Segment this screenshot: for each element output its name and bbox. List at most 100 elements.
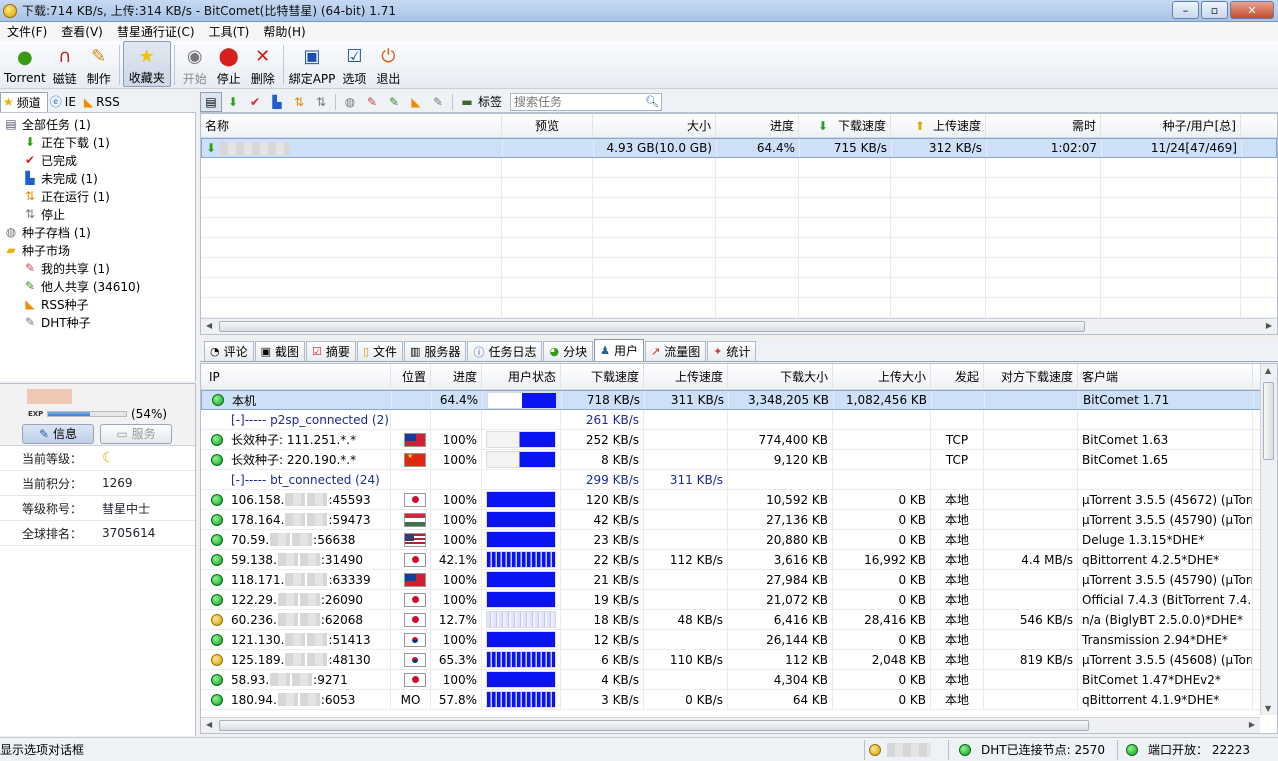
magnet-button[interactable]: ∩ 磁链 <box>48 41 82 87</box>
col-name[interactable]: 名称 <box>201 114 502 137</box>
peer-row[interactable]: 59.138.:31490 42.1% 22 KB/s 112 KB/s 3,616 K… <box>201 550 1277 570</box>
scroll-left-icon[interactable]: ◀ <box>206 321 212 330</box>
delete-button[interactable]: ✕ 删除 <box>246 41 280 87</box>
tab-screenshots[interactable]: ▣ 截图 <box>254 341 306 361</box>
peer-list-hscrollbar[interactable]: ◀ ▶ <box>201 717 1260 733</box>
make-torrent-button[interactable]: ✎ 制作 <box>82 41 116 87</box>
scroll-up-icon[interactable]: ▲ <box>1265 366 1271 375</box>
col-peer-up[interactable]: 上传速度 <box>644 364 728 389</box>
scroll-thumb[interactable] <box>219 720 1089 731</box>
col-peer-state[interactable]: 用户状态 <box>482 364 561 389</box>
task-row[interactable]: ⬇ 4.93 GB(10.0 GB) 64.4% 715 KB/s 312 KB… <box>201 138 1277 158</box>
scroll-left-icon[interactable]: ◀ <box>206 720 212 729</box>
tag-label[interactable]: 标签 <box>478 93 502 110</box>
tab-service[interactable]: ▭ 服务 <box>100 423 172 444</box>
tree-item-incomplete[interactable]: ▙ 未完成 (1) <box>0 169 195 187</box>
tab-peers[interactable]: ♟ 用户 <box>594 339 644 361</box>
peer-row[interactable]: 58.93.:9271 100% 4 KB/s 4,304 KB 0 KB 本地 BitCo… <box>201 670 1277 690</box>
archive-icon[interactable]: ◍ <box>339 92 361 112</box>
peer-row[interactable]: [-]----- p2sp_connected (2) 261 KB/s <box>201 410 1277 430</box>
peer-row[interactable]: 60.236.:62068 12.7% 18 KB/s 48 KB/s 6,416 KB… <box>201 610 1277 630</box>
tab-channels[interactable]: ★ 频道 <box>0 91 48 112</box>
menu-passport[interactable]: 彗星通行证(C) <box>110 23 202 40</box>
scroll-right-icon[interactable]: ▶ <box>1249 720 1255 729</box>
scroll-down-icon[interactable]: ▼ <box>1265 704 1271 713</box>
tree-item-stopped[interactable]: ⇅ 停止 <box>0 205 195 223</box>
peer-row[interactable]: 106.158.:45593 100% 120 KB/s 10,592 KB 0 KB 本… <box>201 490 1277 510</box>
dht-icon[interactable]: ✎ <box>427 92 449 112</box>
tab-files[interactable]: ▯ 文件 <box>356 341 404 361</box>
col-initiator[interactable]: 发起 <box>931 364 984 389</box>
peer-row[interactable]: 180.94.:6053 MO 57.8% 3 KB/s 0 KB/s 64 KB 0 KB… <box>201 690 1277 710</box>
vscroll-thumb[interactable] <box>1263 382 1274 460</box>
tab-task-log[interactable]: ⓘ 任务日志 <box>467 341 543 361</box>
peer-row[interactable]: 121.130.:51413 100% 12 KB/s 26,144 KB 0 KB 本地… <box>201 630 1277 650</box>
peer-row[interactable]: 长效种子: 111.251.*.* 100% 252 KB/s 774,400 KB T… <box>201 430 1277 450</box>
col-eta[interactable]: 需时 <box>986 114 1101 137</box>
peer-row[interactable]: 122.29.:26090 100% 19 KB/s 21,072 KB 0 KB 本地 O… <box>201 590 1277 610</box>
tab-traffic[interactable]: ↗ 流量图 <box>644 341 707 361</box>
tab-ie[interactable]: ⓔ IE <box>48 92 82 112</box>
share-download-icon[interactable]: ✎ <box>383 92 405 112</box>
peer-row[interactable]: 70.59.:56638 100% 23 KB/s 20,880 KB 0 KB 本地 De… <box>201 530 1277 550</box>
tree-item-downloading[interactable]: ⬇ 正在下载 (1) <box>0 133 195 151</box>
search-icon[interactable]: 🔍︎ <box>645 95 659 108</box>
stopped-arrows-icon[interactable]: ⇅ <box>310 92 332 112</box>
col-downloaded[interactable]: 下载大小 <box>728 364 833 389</box>
peer-row[interactable]: [-]----- bt_connected (24) 299 KB/s 311 KB… <box>201 470 1277 490</box>
col-remote-down[interactable]: 对方下载速度 <box>984 364 1078 389</box>
tag-icon[interactable]: ▬ <box>456 92 478 112</box>
port-status[interactable]: 端口开放： 22223 <box>1122 741 1250 758</box>
tab-comments[interactable]: ◔ 评论 <box>204 341 254 361</box>
col-peer-progress[interactable]: 进度 <box>431 364 482 389</box>
tree-item-completed[interactable]: ✔ 已完成 <box>0 151 195 169</box>
tree-item-running[interactable]: ⇅ 正在运行 (1) <box>0 187 195 205</box>
tree-item-others-share[interactable]: ✎ 他人共享 (34610) <box>0 277 195 295</box>
col-uploaded[interactable]: 上传大小 <box>833 364 931 389</box>
tab-rss[interactable]: ◣ RSS <box>82 92 126 112</box>
task-list-scrollbar[interactable]: ◀ ▶ <box>201 318 1277 334</box>
peer-row[interactable]: 178.164.:59473 100% 42 KB/s 27,136 KB 0 KB 本地… <box>201 510 1277 530</box>
check-icon[interactable]: ✔ <box>244 92 266 112</box>
favorites-button[interactable]: ★ 收藏夹 <box>122 41 171 87</box>
share-icon[interactable]: ✎ <box>361 92 383 112</box>
dht-status[interactable]: DHT已连接节点: 2570 <box>953 741 1113 758</box>
col-location[interactable]: 位置 <box>391 364 431 389</box>
close-button[interactable]: ✕ <box>1230 1 1274 19</box>
col-ip[interactable]: IP <box>201 364 391 389</box>
tree-item-market[interactable]: ▰ 种子市场 <box>0 241 195 259</box>
tab-servers[interactable]: ▥ 服务器 <box>404 341 467 361</box>
exit-button[interactable]: ⏻ 退出 <box>371 41 405 87</box>
stop-button[interactable]: ⬤ 停止 <box>212 41 246 87</box>
col-size[interactable]: 大小 <box>593 114 716 137</box>
peer-row[interactable]: 118.171.:63339 100% 21 KB/s 27,984 KB 0 KB 本地… <box>201 570 1277 590</box>
col-download-speed[interactable]: ⬇ 下载速度 <box>799 114 891 137</box>
minimize-button[interactable]: – <box>1172 1 1199 19</box>
tab-stats[interactable]: ✦ 统计 <box>707 341 757 361</box>
peer-list-vscrollbar[interactable]: ▲ ▼ <box>1260 364 1277 715</box>
tab-summary[interactable]: ☑ 摘要 <box>306 341 356 361</box>
incomplete-icon[interactable]: ▙ <box>266 92 288 112</box>
menu-help[interactable]: 帮助(H) <box>256 23 312 40</box>
peer-row[interactable]: 125.189.:48130 65.3% 6 KB/s 110 KB/s 112 KB 2… <box>201 650 1277 670</box>
view-toggle-icon[interactable]: ▤ <box>200 91 222 112</box>
tab-pieces[interactable]: ◕ 分块 <box>543 341 594 361</box>
open-torrent-button[interactable]: ● Torrent <box>2 41 48 87</box>
scroll-thumb[interactable] <box>219 321 1085 332</box>
start-task-icon[interactable]: ⬇ <box>222 92 244 112</box>
col-peer-down[interactable]: 下载速度 <box>561 364 644 389</box>
maximize-button[interactable]: ▫ <box>1201 1 1228 19</box>
menu-view[interactable]: 查看(V) <box>54 23 110 40</box>
tree-item-rss-seeds[interactable]: ◣ RSS种子 <box>0 295 195 313</box>
col-seeds[interactable]: 种子/用户[总] <box>1101 114 1241 137</box>
col-preview[interactable]: 预览 <box>502 114 593 137</box>
menu-file[interactable]: 文件(F) <box>0 23 54 40</box>
tree-item-archive[interactable]: ◍ 种子存档 (1) <box>0 223 195 241</box>
task-search-input[interactable]: 搜索任务 🔍︎ <box>510 92 663 111</box>
tree-item-dht-seeds[interactable]: ✎ DHT种子 <box>0 313 195 331</box>
tree-item-all-tasks[interactable]: ▤ 全部任务 (1) <box>0 115 195 133</box>
col-client[interactable]: 客户端 <box>1078 364 1253 389</box>
scroll-right-icon[interactable]: ▶ <box>1266 321 1272 330</box>
start-button[interactable]: ◉ 开始 <box>178 41 212 87</box>
col-upload-speed[interactable]: ⬆ 上传速度 <box>891 114 986 137</box>
